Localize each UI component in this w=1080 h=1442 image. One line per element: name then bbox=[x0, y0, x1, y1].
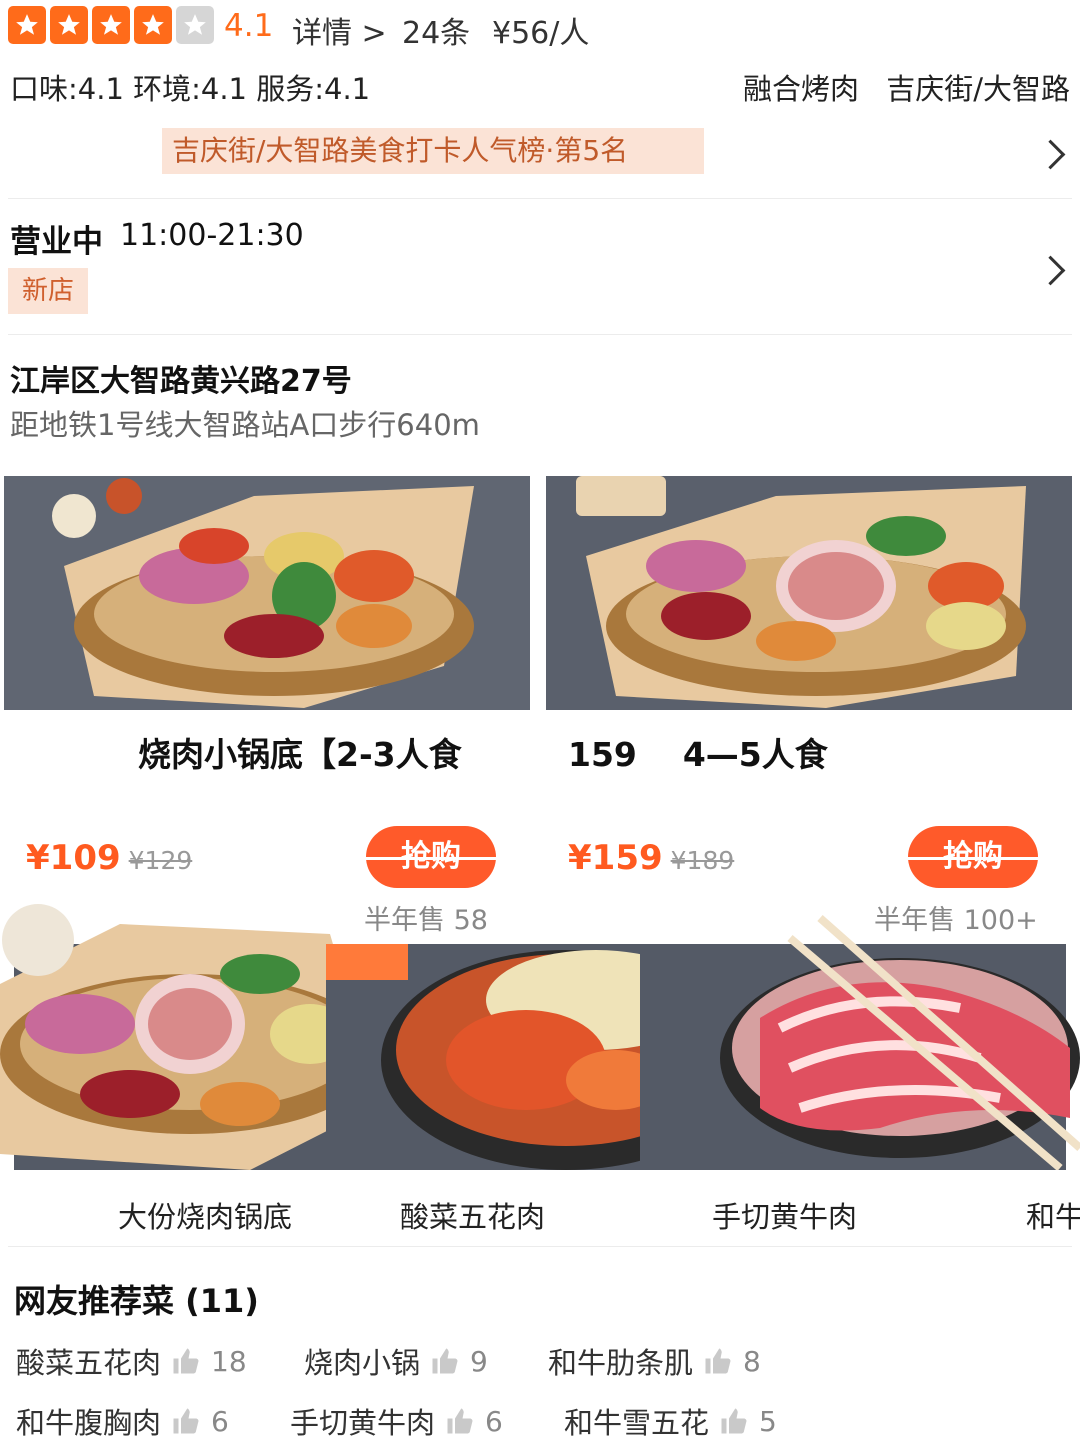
rank-banner[interactable]: 吉庆街/大智路美食打卡人气榜·第5名 bbox=[162, 128, 704, 174]
chevron-right-icon[interactable] bbox=[1035, 139, 1066, 170]
thumb-up-icon bbox=[432, 1348, 458, 1374]
recommended-dish[interactable]: 和牛肋条肌 8 bbox=[548, 1340, 761, 1382]
address[interactable]: 江岸区大智路黄兴路27号 bbox=[10, 356, 352, 400]
dish-name[interactable]: 酸菜五花肉 bbox=[400, 1194, 545, 1236]
recommendations-title: 网友推荐菜 (11) bbox=[14, 1282, 259, 1320]
dish-name[interactable]: 手切黄牛肉 bbox=[712, 1194, 857, 1236]
thumb-up-icon bbox=[447, 1408, 473, 1434]
recommended-dish-name: 手切黄牛肉 bbox=[290, 1406, 436, 1440]
recommended-dish-name: 和牛腹胸肉 bbox=[16, 1406, 162, 1440]
recommended-dish-name: 和牛雪五花 bbox=[564, 1406, 710, 1440]
chevron-right-icon[interactable] bbox=[1035, 255, 1066, 286]
thumb-up-icon bbox=[721, 1408, 747, 1434]
divider bbox=[8, 1246, 1072, 1247]
category-location[interactable]: 融合烤肉 吉庆街/大智路 bbox=[743, 66, 1070, 108]
recommend-count: 18 bbox=[211, 1344, 247, 1378]
deal-title[interactable]: 烧肉小锅底【2-3人食 bbox=[138, 728, 462, 776]
recommended-dish[interactable]: 和牛雪五花 5 bbox=[564, 1400, 777, 1442]
buy-button[interactable]: 抢购 bbox=[366, 826, 496, 888]
business-hours: 11:00-21:30 bbox=[120, 218, 304, 253]
recommended-dish[interactable]: 和牛腹胸肉 6 bbox=[16, 1400, 229, 1442]
review-count[interactable]: 24条 bbox=[402, 8, 470, 52]
thumb-up-icon bbox=[173, 1348, 199, 1374]
business-status: 营业中 bbox=[10, 224, 103, 260]
recommend-count: 8 bbox=[743, 1344, 761, 1378]
average-price: ¥56/人 bbox=[492, 16, 590, 51]
star-empty-icon bbox=[176, 6, 214, 44]
dish-image[interactable] bbox=[326, 930, 656, 1170]
dish-name[interactable]: 大份烧肉锅底 bbox=[118, 1194, 292, 1236]
deal-original-price: ¥129 bbox=[128, 846, 193, 875]
deal-original-price: ¥189 bbox=[670, 846, 735, 875]
star-icon bbox=[8, 6, 46, 44]
recommended-dish[interactable]: 酸菜五花肉 18 bbox=[16, 1340, 247, 1382]
thumb-up-icon bbox=[173, 1408, 199, 1434]
deal-title[interactable]: 159 4—5人食 bbox=[568, 728, 828, 776]
category: 融合烤肉 bbox=[742, 72, 859, 106]
divider bbox=[8, 334, 1072, 335]
divider bbox=[8, 198, 1072, 199]
location: 吉庆街/大智路 bbox=[886, 72, 1070, 106]
recommended-dish[interactable]: 烧肉小锅 9 bbox=[304, 1340, 488, 1382]
deal-price-row: ¥109 ¥129 bbox=[26, 838, 192, 878]
star-icon bbox=[134, 6, 172, 44]
deal-image[interactable] bbox=[546, 476, 1072, 710]
rating-stars bbox=[8, 6, 214, 44]
recommended-dish-name: 酸菜五花肉 bbox=[16, 1346, 162, 1380]
dish-name[interactable]: 和牛 bbox=[1026, 1194, 1080, 1236]
new-store-badge: 新店 bbox=[8, 268, 88, 314]
buy-button[interactable]: 抢购 bbox=[908, 826, 1038, 888]
recommend-count: 6 bbox=[211, 1404, 229, 1438]
recommend-count: 6 bbox=[485, 1404, 503, 1438]
thumb-up-icon bbox=[705, 1348, 731, 1374]
recommended-dish-name: 和牛肋条肌 bbox=[548, 1346, 694, 1380]
dish-image[interactable] bbox=[640, 908, 1080, 1170]
deal-price: ¥159 bbox=[568, 838, 663, 878]
recommended-dish[interactable]: 手切黄牛肉 6 bbox=[290, 1400, 503, 1442]
deal-image[interactable] bbox=[4, 476, 530, 710]
deal-price-row: ¥159 ¥189 bbox=[568, 838, 734, 878]
rating-score: 4.1 bbox=[224, 8, 274, 44]
recommend-count: 5 bbox=[759, 1404, 777, 1438]
star-icon bbox=[92, 6, 130, 44]
recommended-dish-name: 烧肉小锅 bbox=[304, 1346, 421, 1380]
star-icon bbox=[50, 6, 88, 44]
deal-price: ¥109 bbox=[26, 838, 121, 878]
transit-info: 距地铁1号线大智路站A口步行640m bbox=[10, 408, 480, 442]
detail-link[interactable]: 详情 > bbox=[292, 8, 387, 52]
sub-scores: 口味:4.1 环境:4.1 服务:4.1 bbox=[10, 72, 371, 106]
recommend-count: 9 bbox=[470, 1344, 488, 1378]
